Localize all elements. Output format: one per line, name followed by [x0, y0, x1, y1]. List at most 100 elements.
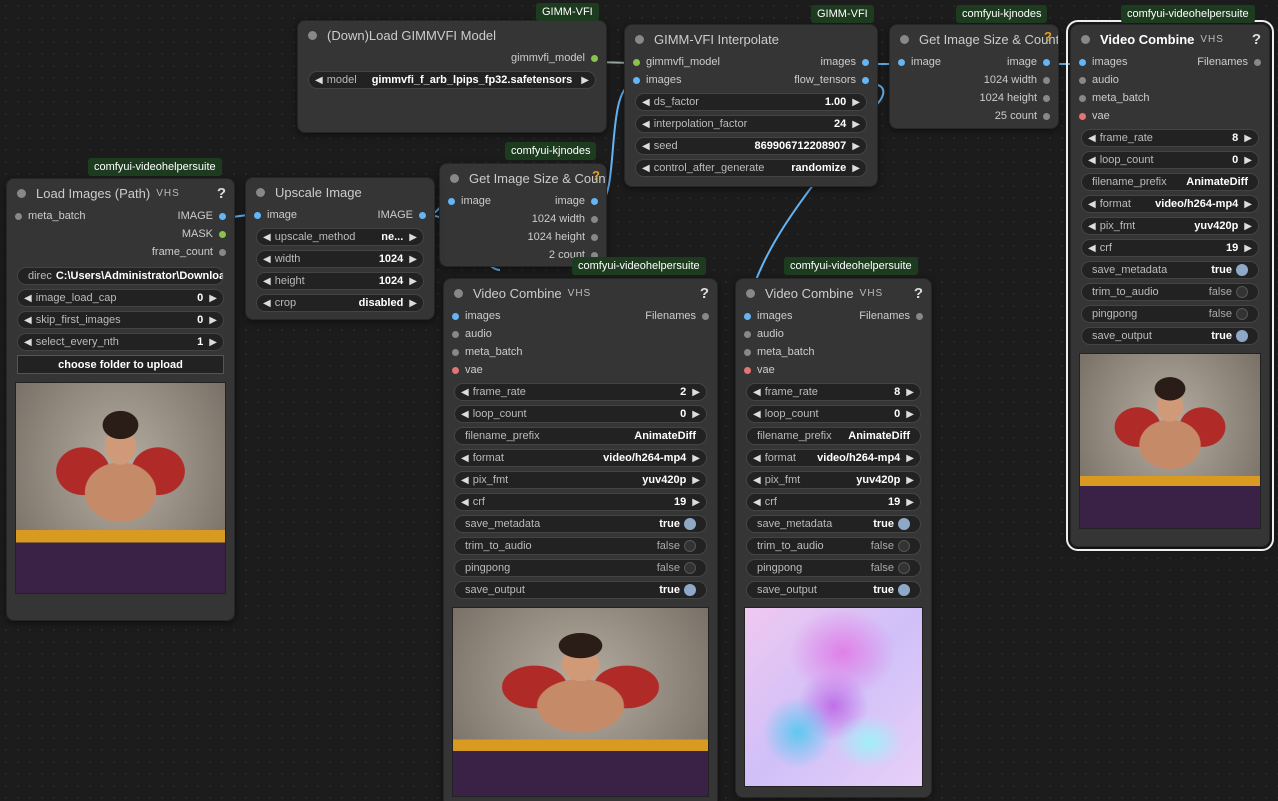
- filename-prefix-field[interactable]: filename_prefix AnimateDiff: [1081, 173, 1259, 191]
- input-slot[interactable]: images: [452, 310, 500, 322]
- arrow-left-icon[interactable]: ◀: [24, 337, 32, 348]
- arrow-left-icon[interactable]: ◀: [461, 475, 469, 486]
- input-slot[interactable]: image: [254, 209, 297, 221]
- arrow-left-icon[interactable]: ◀: [753, 497, 761, 508]
- node-title-bar[interactable]: Load Images (Path) VHS?: [7, 179, 234, 207]
- save-output-toggle[interactable]: save_output true: [746, 581, 921, 599]
- crop-combo[interactable]: ◀ crop disabled ▶: [256, 294, 424, 312]
- pix-fmt-combo[interactable]: ◀ pix_fmt yuv420p ▶: [454, 471, 707, 489]
- arrow-right-icon[interactable]: ▶: [409, 232, 417, 243]
- output-slot[interactable]: Filenames: [1197, 56, 1261, 68]
- image-load-cap-widget[interactable]: ◀ image_load_cap 0 ▶: [17, 289, 224, 307]
- get-image-size-count-node[interactable]: Get Image Size & Count? image image 1024 …: [889, 24, 1059, 129]
- arrow-left-icon[interactable]: ◀: [461, 497, 469, 508]
- upscale-method-combo[interactable]: ◀ upscale_method ne... ▶: [256, 228, 424, 246]
- node-title-bar[interactable]: Video Combine VHS?: [1071, 25, 1269, 53]
- arrow-left-icon[interactable]: ◀: [1088, 155, 1096, 166]
- toggle-knob-icon[interactable]: [1236, 286, 1248, 298]
- input-slot[interactable]: meta_batch: [1079, 92, 1149, 104]
- save-metadata-toggle[interactable]: save_metadata true: [454, 515, 707, 533]
- input-socket[interactable]: [1079, 112, 1086, 120]
- gimmvfi-interpolate-node[interactable]: GIMM-VFI Interpolate gimmvfi_model images…: [624, 24, 878, 187]
- output-slot[interactable]: 25 count: [890, 107, 1058, 125]
- output-slot[interactable]: 1024 height: [440, 228, 606, 246]
- width-widget[interactable]: ◀ width 1024 ▶: [256, 250, 424, 268]
- arrow-right-icon[interactable]: ▶: [692, 453, 700, 464]
- video-preview[interactable]: [744, 607, 923, 787]
- arrow-right-icon[interactable]: ▶: [852, 141, 860, 152]
- input-slot[interactable]: images: [1079, 56, 1127, 68]
- model-combo[interactable]: ◀ model gimmvfi_f_arb_lpips_fp32.safetenso…: [308, 71, 596, 89]
- crf-widget[interactable]: ◀ crf 19 ▶: [1081, 239, 1259, 257]
- skip-first-images-widget[interactable]: ◀ skip_first_images 0 ▶: [17, 311, 224, 329]
- toggle-knob-icon[interactable]: [684, 562, 696, 574]
- toggle-knob-icon[interactable]: [1236, 330, 1248, 342]
- input-socket[interactable]: [254, 211, 261, 219]
- loop-count-widget[interactable]: ◀ loop_count 0 ▶: [454, 405, 707, 423]
- arrow-left-icon[interactable]: ◀: [1088, 199, 1096, 210]
- output-slot[interactable]: images: [821, 56, 869, 68]
- arrow-right-icon[interactable]: ▶: [1244, 221, 1252, 232]
- input-socket[interactable]: [633, 76, 640, 84]
- output-slot[interactable]: Filenames: [859, 310, 923, 322]
- arrow-right-icon[interactable]: ▶: [906, 475, 914, 486]
- arrow-left-icon[interactable]: ◀: [461, 409, 469, 420]
- input-socket[interactable]: [1079, 58, 1086, 66]
- input-socket[interactable]: [452, 312, 459, 320]
- arrow-left-icon[interactable]: ◀: [263, 232, 271, 243]
- input-slot[interactable]: meta_batch: [452, 346, 522, 358]
- crf-widget[interactable]: ◀ crf 19 ▶: [746, 493, 921, 511]
- arrow-right-icon[interactable]: ▶: [1244, 155, 1252, 166]
- interpolation-factor-widget[interactable]: ◀ interpolation_factor 24 ▶: [635, 115, 867, 133]
- node-title-bar[interactable]: Get Image Size & Count?: [890, 25, 1058, 53]
- output-socket[interactable]: [1254, 58, 1261, 66]
- arrow-right-icon[interactable]: ▶: [692, 409, 700, 420]
- format-combo[interactable]: ◀ format video/h264-mp4 ▶: [1081, 195, 1259, 213]
- output-slot[interactable]: IMAGE: [378, 209, 426, 221]
- input-slot[interactable]: vae: [452, 364, 483, 376]
- input-slot[interactable]: audio: [452, 328, 492, 340]
- arrow-right-icon[interactable]: ▶: [852, 97, 860, 108]
- output-socket[interactable]: [1043, 76, 1050, 84]
- output-socket[interactable]: [219, 248, 226, 256]
- output-socket[interactable]: [916, 312, 923, 320]
- node-title-bar[interactable]: Video Combine VHS?: [736, 279, 931, 307]
- input-slot[interactable]: meta_batch: [15, 210, 85, 222]
- output-slot[interactable]: image: [1007, 56, 1050, 68]
- ds-factor-widget[interactable]: ◀ ds_factor 1.00 ▶: [635, 93, 867, 111]
- help-icon[interactable]: ?: [1252, 31, 1261, 48]
- load-images-path-node[interactable]: Load Images (Path) VHS? meta_batch IMAGE M…: [6, 178, 235, 621]
- video-combine-node-selected[interactable]: Video Combine VHS? images Filenames audio …: [1066, 20, 1274, 551]
- frame-rate-widget[interactable]: ◀ frame_rate 2 ▶: [454, 383, 707, 401]
- save-metadata-toggle[interactable]: save_metadata true: [1081, 261, 1259, 279]
- choose-folder-button[interactable]: choose folder to upload: [17, 355, 224, 374]
- arrow-left-icon[interactable]: ◀: [263, 254, 271, 265]
- arrow-right-icon[interactable]: ▶: [209, 315, 217, 326]
- arrow-right-icon[interactable]: ▶: [692, 387, 700, 398]
- collapse-dot-icon[interactable]: [635, 34, 644, 44]
- output-socket[interactable]: [591, 54, 598, 62]
- crf-widget[interactable]: ◀ crf 19 ▶: [454, 493, 707, 511]
- input-slot[interactable]: image: [898, 56, 941, 68]
- output-slot[interactable]: flow_tensors: [794, 74, 869, 86]
- input-socket[interactable]: [744, 312, 751, 320]
- arrow-right-icon[interactable]: ▶: [581, 75, 589, 86]
- output-slot[interactable]: IMAGE: [178, 210, 226, 222]
- arrow-right-icon[interactable]: ▶: [409, 298, 417, 309]
- arrow-right-icon[interactable]: ▶: [409, 276, 417, 287]
- filename-prefix-field[interactable]: filename_prefix AnimateDiff: [454, 427, 707, 445]
- input-slot[interactable]: vae: [1079, 110, 1110, 122]
- height-widget[interactable]: ◀ height 1024 ▶: [256, 272, 424, 290]
- video-combine-node[interactable]: Video Combine VHS? images Filenames audio …: [735, 278, 932, 798]
- toggle-knob-icon[interactable]: [898, 584, 910, 596]
- pingpong-toggle[interactable]: pingpong false: [746, 559, 921, 577]
- arrow-right-icon[interactable]: ▶: [692, 497, 700, 508]
- output-socket[interactable]: [219, 230, 226, 238]
- arrow-right-icon[interactable]: ▶: [852, 119, 860, 130]
- output-socket[interactable]: [591, 233, 598, 241]
- arrow-right-icon[interactable]: ▶: [906, 409, 914, 420]
- arrow-left-icon[interactable]: ◀: [263, 276, 271, 287]
- input-socket[interactable]: [448, 197, 455, 205]
- collapse-dot-icon[interactable]: [450, 173, 459, 183]
- input-slot[interactable]: images: [633, 74, 681, 86]
